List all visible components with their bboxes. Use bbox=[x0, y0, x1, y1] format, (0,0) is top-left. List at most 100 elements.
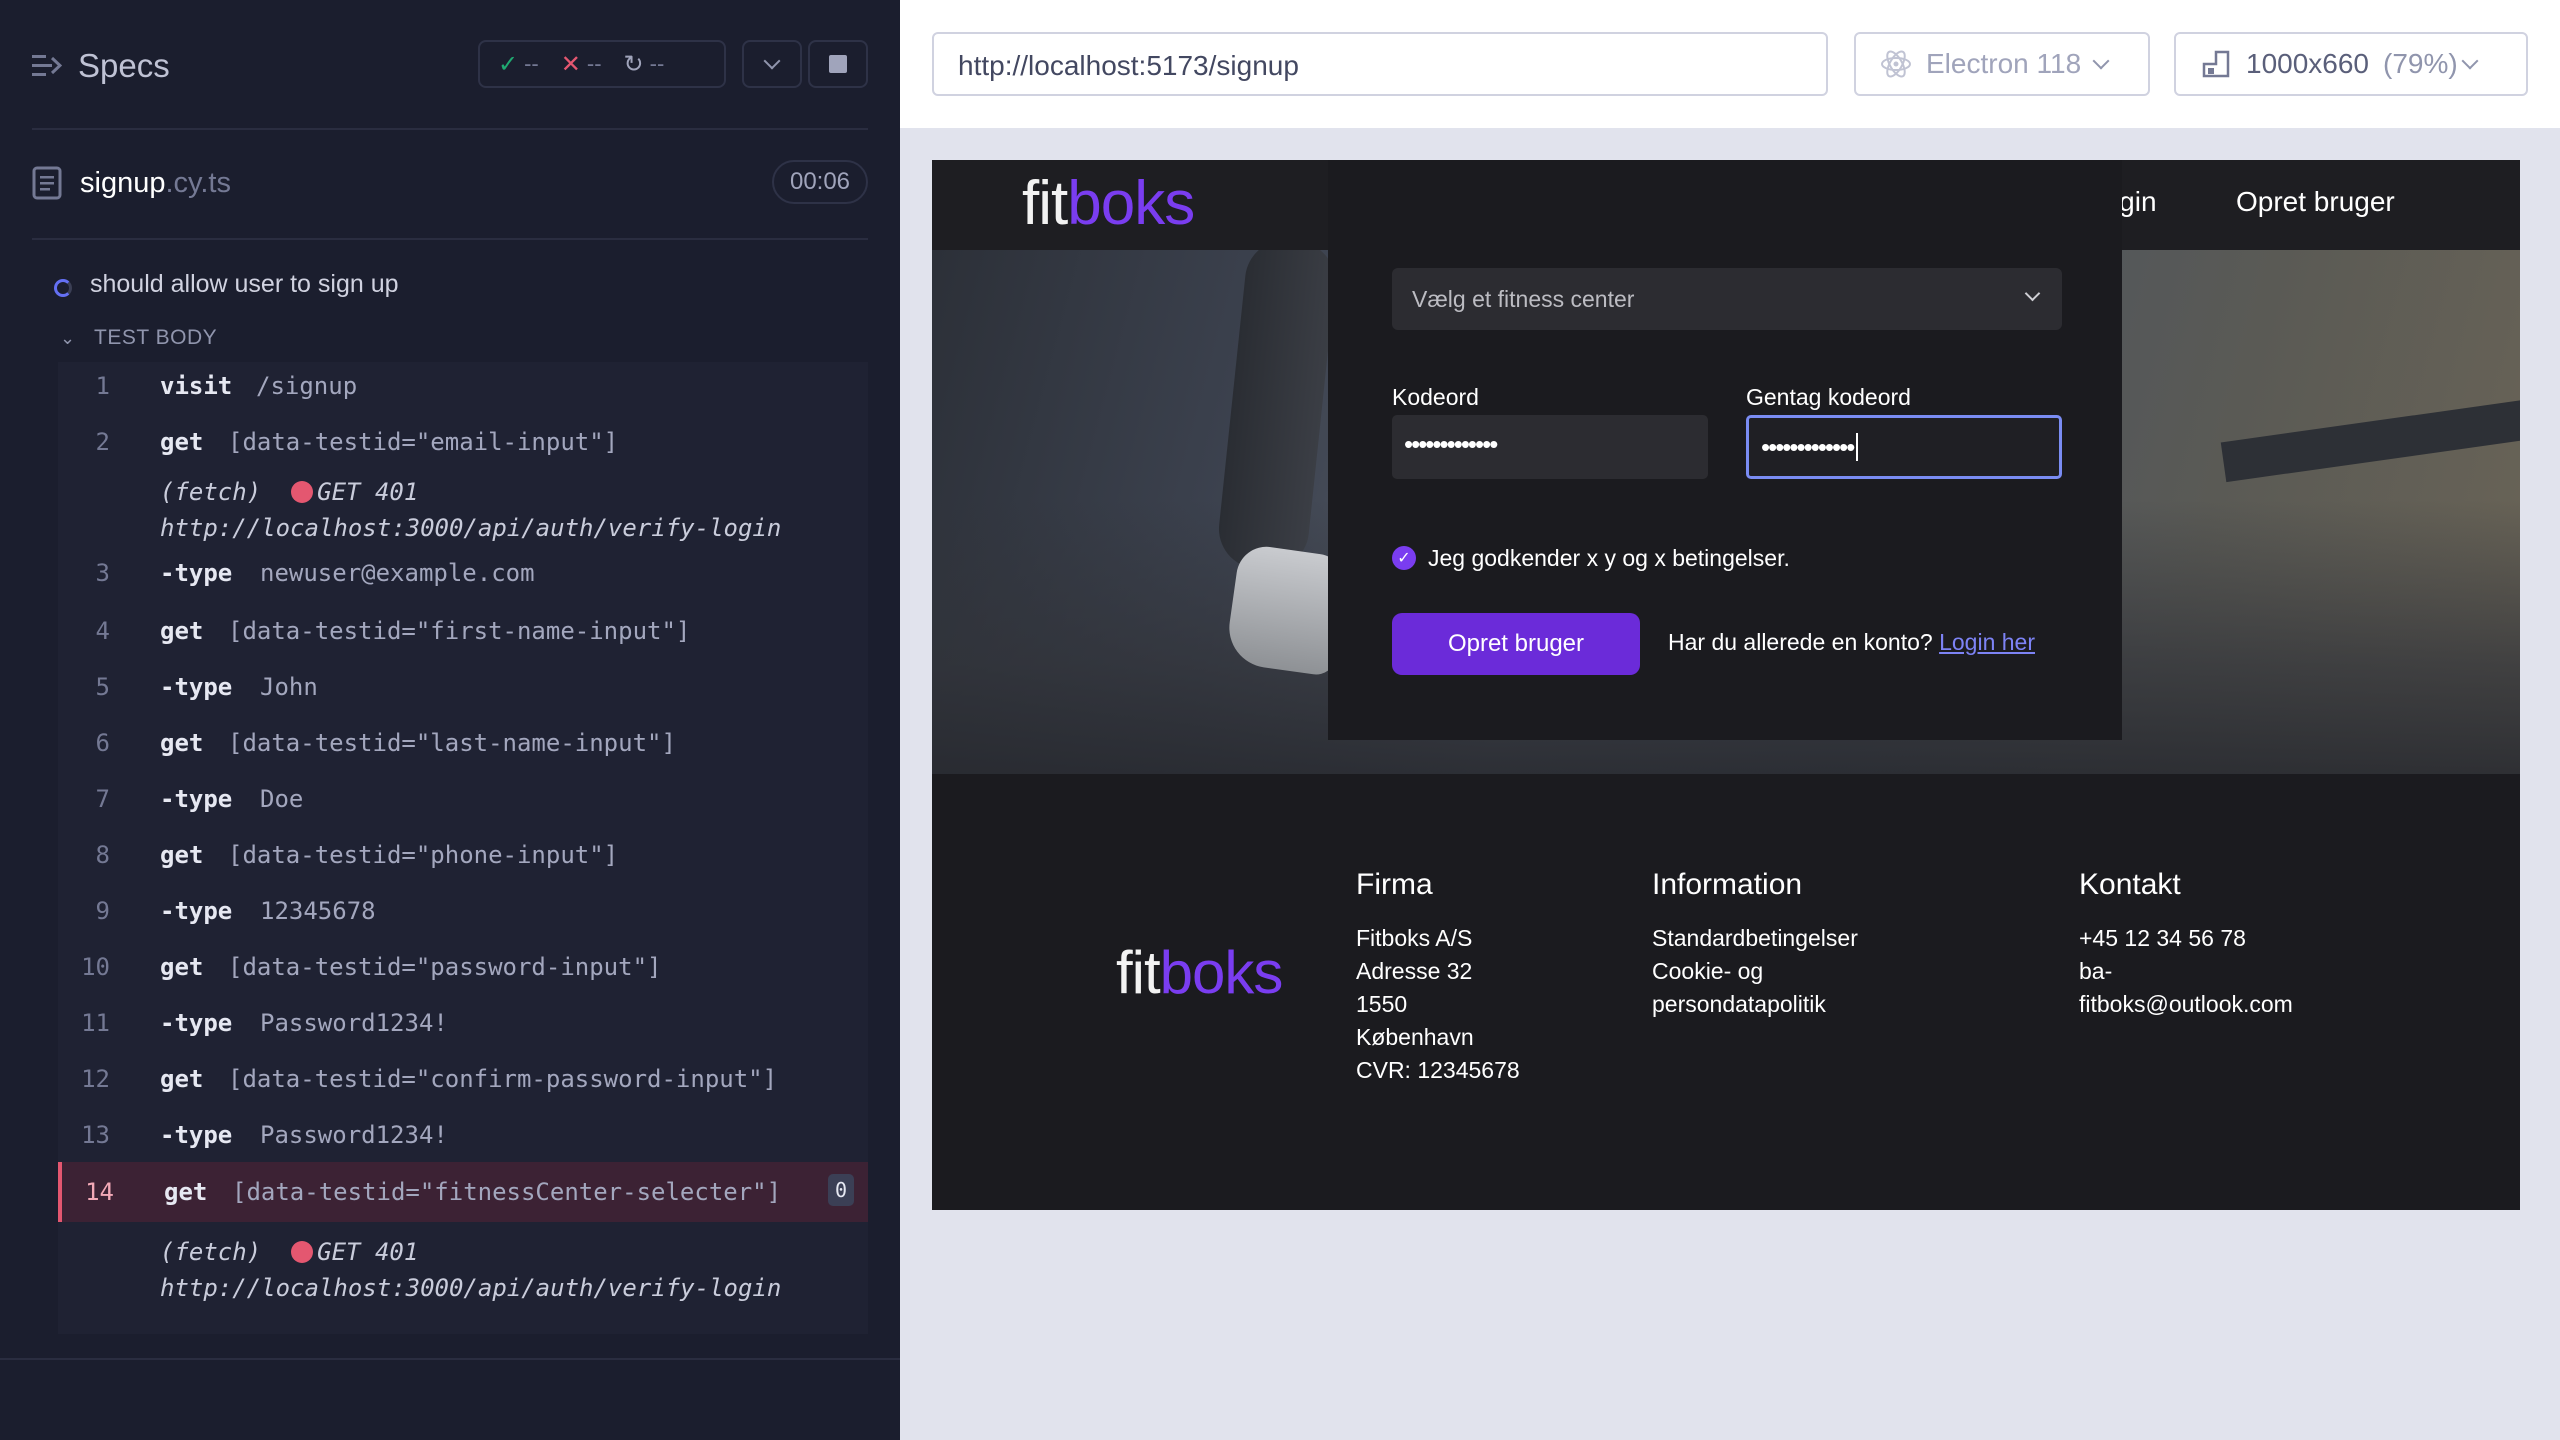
nav-signup-link[interactable]: Opret bruger bbox=[2236, 186, 2395, 218]
passed-count: -- bbox=[524, 51, 539, 76]
command-name: -type bbox=[160, 897, 233, 925]
command-number: 14 bbox=[85, 1178, 114, 1206]
text-caret bbox=[1856, 433, 1859, 461]
command-number: 9 bbox=[95, 897, 110, 925]
command-log-row[interactable]: 11 -type Password1234! bbox=[58, 998, 868, 1048]
command-message: [data-testid="email-input"] bbox=[228, 428, 619, 456]
command-log-row[interactable]: 9 -type 12345678 bbox=[58, 886, 868, 936]
signup-card: Vælg et fitness center Kodeord •••••••••… bbox=[1328, 160, 2122, 740]
footer-info-link[interactable]: Standardbetingelser bbox=[1652, 922, 1858, 955]
spec-name: signup.cy.ts bbox=[80, 167, 231, 200]
hero-board bbox=[2220, 397, 2520, 483]
command-name: -type bbox=[160, 559, 233, 587]
url-bar[interactable]: http://localhost:5173/signup bbox=[932, 32, 1828, 96]
command-message: [data-testid="confirm-password-input"] bbox=[228, 1065, 778, 1093]
command-number: 12 bbox=[81, 1065, 110, 1093]
command-log-row[interactable]: 8 get [data-testid="phone-input"] bbox=[58, 830, 868, 880]
footer-email-part: ba- bbox=[2079, 958, 2113, 984]
footer-firma-line: Adresse 32 bbox=[1356, 958, 1473, 984]
command-log-fetch-row[interactable]: (fetch) GET 401 http://localhost:3000/api/… bbox=[58, 474, 868, 544]
command-log-row[interactable]: 12 get [data-testid="confirm-password-inpu… bbox=[58, 1054, 868, 1104]
logo-text-boks: boks bbox=[1067, 169, 1195, 238]
site-logo[interactable]: fitboks bbox=[1022, 168, 1195, 239]
command-log-row[interactable]: 4 get [data-testid="first-name-input"] bbox=[58, 606, 868, 656]
command-number: 8 bbox=[95, 841, 110, 869]
test-body-toggle[interactable]: ⌄ TEST BODY bbox=[58, 326, 217, 350]
command-message: [data-testid="last-name-input"] bbox=[228, 729, 676, 757]
command-name: get bbox=[160, 953, 204, 981]
command-log-row[interactable]: 6 get [data-testid="last-name-input"] bbox=[58, 718, 868, 768]
footer-firma-line: Fitboks A/S bbox=[1356, 925, 1473, 951]
login-here-link[interactable]: Login her bbox=[1939, 629, 2035, 655]
x-icon: ✕ bbox=[560, 50, 581, 78]
footer-firma-title: Firma bbox=[1356, 868, 1433, 901]
chevron-down-icon bbox=[2024, 285, 2041, 302]
fetch-summary: (fetch) GET 401 bbox=[160, 478, 418, 506]
passed-stat: ✓ -- bbox=[498, 50, 539, 79]
cypress-reporter: Specs ✓ -- ✕ -- ↻ -- signup.cy.ts 00:06 sho… bbox=[0, 0, 900, 1440]
terms-label: Jeg godkender x y og x betingelser. bbox=[1428, 545, 1790, 571]
footer-info-link[interactable]: persondatapolitik bbox=[1652, 988, 1858, 1021]
browser-selector[interactable]: Electron 118 bbox=[1854, 32, 2150, 96]
command-number: 6 bbox=[95, 729, 110, 757]
command-number: 1 bbox=[95, 372, 110, 400]
fetch-label: (fetch) bbox=[160, 1238, 262, 1266]
command-log-row[interactable]: 7 -type Doe bbox=[58, 774, 868, 824]
command-log-row[interactable]: 2 get [data-testid="email-input"] bbox=[58, 412, 868, 472]
command-message: Doe bbox=[260, 785, 304, 813]
password-input[interactable]: ••••••••••••• bbox=[1392, 415, 1708, 479]
command-log-fetch-row[interactable]: (fetch) GET 401 http://localhost:3000/api/… bbox=[58, 1234, 868, 1310]
fitness-center-select[interactable]: Vælg et fitness center bbox=[1392, 268, 2062, 330]
viewport-ruler-icon bbox=[2202, 50, 2230, 78]
command-name: get bbox=[160, 1065, 204, 1093]
spec-file-row[interactable]: signup.cy.ts 00:06 bbox=[32, 160, 868, 206]
footer-info-link[interactable]: Cookie- og bbox=[1652, 955, 1858, 988]
command-message: Password1234! bbox=[260, 1009, 448, 1037]
test-stats: ✓ -- ✕ -- ↻ -- bbox=[478, 40, 726, 88]
check-icon: ✓ bbox=[498, 50, 519, 78]
footer-firma-line: København bbox=[1356, 1024, 1474, 1050]
terms-checkbox[interactable]: ✓ bbox=[1392, 546, 1416, 570]
command-log-row[interactable]: 14 get [data-testid="fitnessCenter-selecte… bbox=[58, 1162, 868, 1222]
command-log-row[interactable]: 5 -type John bbox=[58, 662, 868, 712]
command-name: -type bbox=[160, 673, 233, 701]
command-message: /signup bbox=[256, 372, 358, 400]
command-log-row[interactable]: 1 visit/signup bbox=[58, 362, 868, 410]
pending-stat: ↻ -- bbox=[624, 50, 665, 79]
header-divider bbox=[32, 128, 868, 130]
electron-icon bbox=[1881, 50, 1911, 78]
site-footer: fitboks Firma Fitboks A/S Adresse 32 155… bbox=[932, 774, 2520, 1210]
login-question: Har du allerede en konto? bbox=[1668, 629, 1933, 655]
collapse-button[interactable] bbox=[742, 40, 802, 88]
command-log-row[interactable]: 10 get [data-testid="password-input"] bbox=[58, 942, 868, 992]
signup-submit-button[interactable]: Opret bruger bbox=[1392, 613, 1640, 675]
command-name: -type bbox=[160, 1121, 233, 1149]
browser-label: Electron 118 bbox=[1926, 48, 2082, 79]
failed-count: -- bbox=[586, 51, 602, 76]
test-title-row[interactable]: should allow user to sign up bbox=[54, 270, 399, 299]
stop-button[interactable] bbox=[808, 40, 868, 88]
specs-title[interactable]: Specs bbox=[78, 47, 170, 85]
command-log-row[interactable]: 13 -type Password1234! bbox=[58, 1110, 868, 1160]
command-message: 12345678 bbox=[260, 897, 376, 925]
running-spinner-icon bbox=[54, 279, 72, 297]
footer-phone: +45 12 34 56 78 bbox=[2079, 925, 2246, 951]
command-name: get bbox=[160, 428, 204, 456]
fetch-summary: (fetch) GET 401 bbox=[160, 1238, 418, 1266]
footer-logo: fitboks bbox=[1116, 938, 1283, 1007]
command-number: 10 bbox=[81, 953, 110, 981]
command-number: 4 bbox=[95, 617, 110, 645]
footer-email-part: fitboks@outlook.com bbox=[2079, 991, 2293, 1017]
confirm-password-input[interactable]: ••••••••••••• bbox=[1746, 415, 2062, 479]
element-count-badge: 0 bbox=[828, 1174, 854, 1206]
test-body-label: TEST BODY bbox=[94, 326, 218, 349]
specs-list-icon[interactable] bbox=[32, 52, 62, 80]
spec-extension: .cy.ts bbox=[165, 167, 231, 199]
command-name: get bbox=[160, 841, 204, 869]
command-number: 11 bbox=[81, 1009, 110, 1037]
command-name: get bbox=[160, 729, 204, 757]
command-log-row[interactable]: 3 -type newuser@example.com bbox=[58, 548, 868, 598]
logo-text-fit: fit bbox=[1022, 169, 1068, 238]
viewport-selector[interactable]: 1000x660 (79%) bbox=[2174, 32, 2528, 96]
command-number: 7 bbox=[95, 785, 110, 813]
